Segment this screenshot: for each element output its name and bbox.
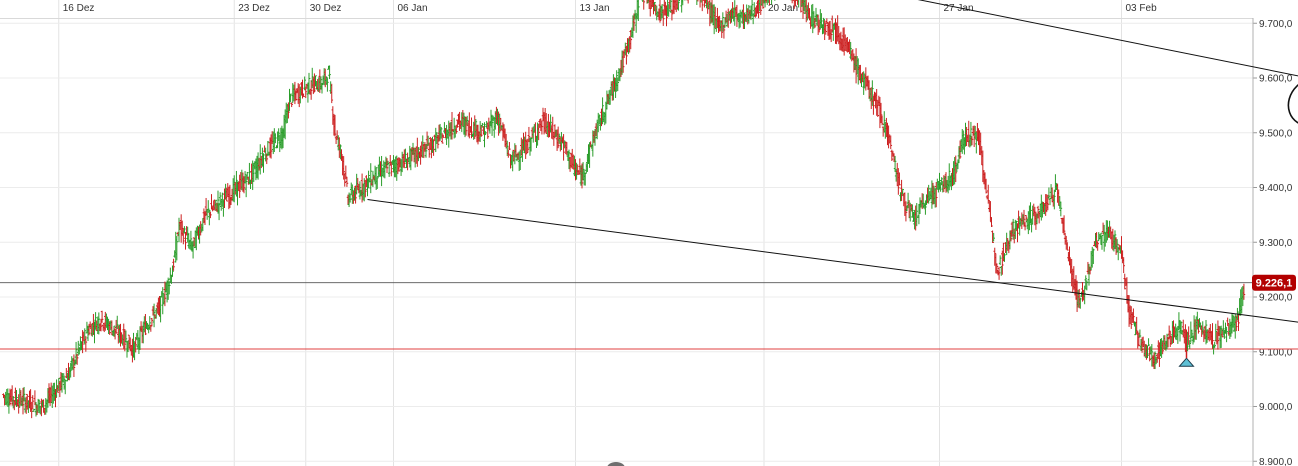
y-tick-label: 9.700,0 bbox=[1259, 19, 1293, 30]
y-tick-label: 9.200,0 bbox=[1259, 293, 1293, 304]
x-tick-label: 06 Jan bbox=[398, 3, 428, 14]
y-tick-label: 9.000,0 bbox=[1259, 402, 1293, 413]
current-price-badge: 9.226,1 bbox=[1252, 274, 1296, 291]
y-tick-label: 9.300,0 bbox=[1259, 238, 1293, 249]
y-tick-label: 9.600,0 bbox=[1259, 74, 1293, 85]
x-tick-label: 30 Dez bbox=[310, 3, 342, 14]
x-tick-label: 16 Dez bbox=[63, 3, 95, 14]
x-tick-label: 13 Jan bbox=[580, 3, 610, 14]
current-price-label: 9.226,1 bbox=[1256, 278, 1293, 290]
x-tick-label: 03 Feb bbox=[1126, 3, 1158, 14]
y-tick-label: 8.900,0 bbox=[1259, 457, 1293, 466]
y-tick-label: 9.400,0 bbox=[1259, 183, 1293, 194]
x-tick-label: 27 Jan bbox=[944, 3, 974, 14]
x-tick-label: 20 Jan bbox=[768, 3, 798, 14]
y-tick-label: 9.500,0 bbox=[1259, 128, 1293, 139]
price-chart: 16 Dez 23 Dez 30 Dez 06 Jan 13 Jan 20 Jan 27 J… bbox=[0, 0, 1298, 466]
x-tick-label: 23 Dez bbox=[238, 3, 270, 14]
